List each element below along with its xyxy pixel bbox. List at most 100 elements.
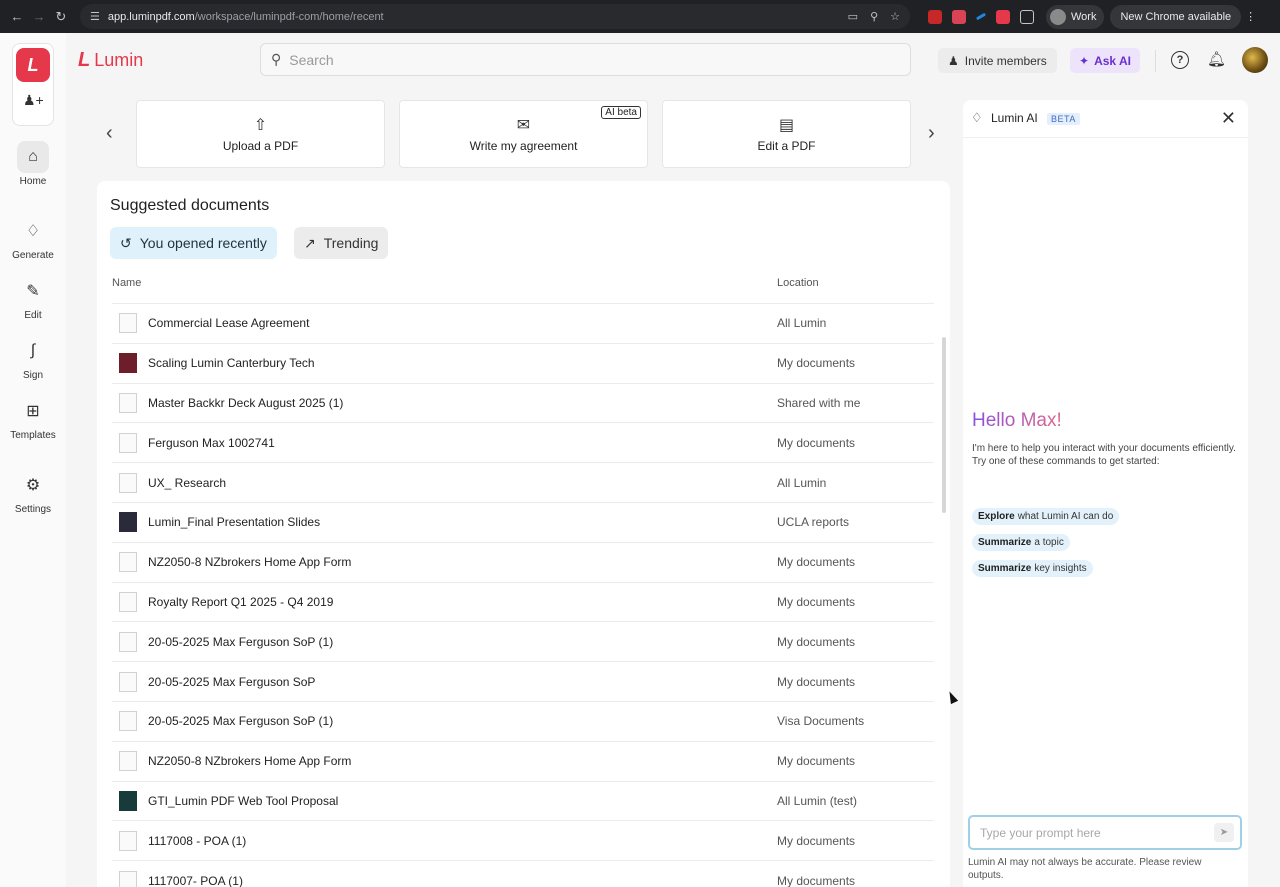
edit-pdf-card[interactable]: ▤ Edit a PDF <box>662 100 911 168</box>
sparkle-icon: ✦ <box>1079 53 1090 68</box>
cast-icon[interactable]: ▭ <box>848 10 858 23</box>
rail-item-label: Sign <box>22 370 43 381</box>
notification-bell-icon[interactable]: 🔔︎ <box>1207 50 1226 68</box>
table-row[interactable]: 20-05-2025 Max Ferguson SoP (1) My docume… <box>112 622 934 663</box>
tab-trending[interactable]: ↗ Trending <box>294 227 389 259</box>
url-host: app.luminpdf.com <box>107 10 195 23</box>
add-user-icon[interactable]: ♟+ <box>23 92 44 112</box>
extension-icon[interactable] <box>952 9 966 24</box>
ai-command-chip[interactable]: Summarize key insights <box>972 560 1093 577</box>
ai-diamond-icon: ♢ <box>971 110 983 125</box>
ai-disclaimer: Lumin AI may not always be accurate. Ple… <box>968 857 1202 881</box>
site-settings-icon[interactable]: ☰ <box>90 10 100 23</box>
beta-badge: BETA <box>1047 113 1080 125</box>
table-row[interactable]: Commercial Lease Agreement All Lumin <box>112 304 934 344</box>
document-name: UX_ Research <box>148 475 227 490</box>
rail-item-generate[interactable]: ♢ Generate <box>0 215 66 261</box>
close-icon[interactable]: ✕ <box>1221 108 1236 129</box>
table-row[interactable]: 1117007- POA (1) My documents <box>112 861 934 887</box>
zoom-icon[interactable]: ⚲ <box>870 10 878 23</box>
bookmark-star-icon[interactable]: ☆ <box>890 10 900 23</box>
document-thumbnail <box>119 631 137 652</box>
document-location: All Lumin <box>777 316 827 331</box>
rail-item-settings[interactable]: ⚙ Settings <box>0 469 66 515</box>
suggested-documents-panel: Suggested documents ↺ You opened recentl… <box>97 181 950 887</box>
document-thumbnail <box>119 472 137 493</box>
brand-logo[interactable]: L Lumin <box>78 49 143 72</box>
write-agreement-card[interactable]: AI beta ✉ Write my agreement <box>399 100 648 168</box>
document-thumbnail <box>119 830 137 851</box>
table-row[interactable]: UX_ Research All Lumin <box>112 463 934 503</box>
user-avatar[interactable] <box>1242 47 1268 73</box>
rail-item-home[interactable]: ⌂ Home <box>0 141 66 187</box>
document-name: NZ2050-8 NZbrokers Home App Form <box>148 754 352 769</box>
tab-opened-recently[interactable]: ↺ You opened recently <box>110 227 277 259</box>
column-header-location[interactable]: Location <box>777 277 819 289</box>
rail-item-sign[interactable]: ∫ Sign <box>0 335 66 381</box>
brand-name: Lumin <box>94 50 144 70</box>
ai-intro-text: I'm here to help you interact with your … <box>972 443 1236 467</box>
table-row[interactable]: Lumin_Final Presentation Slides UCLA repo… <box>112 503 934 543</box>
document-location: My documents <box>777 674 856 689</box>
table-row[interactable]: GTI_Lumin PDF Web Tool Proposal All Lumin… <box>112 782 934 822</box>
qa-label: Write my agreement <box>469 139 578 153</box>
document-location: My documents <box>777 356 856 371</box>
chrome-menu-icon[interactable]: ⋮ <box>1245 10 1256 23</box>
sign-icon: ∫ <box>30 342 36 359</box>
document-name: Master Backkr Deck August 2025 (1) <box>148 395 344 410</box>
ai-greeting: Hello Max! <box>972 410 1062 431</box>
document-name: GTI_Lumin PDF Web Tool Proposal <box>148 793 339 808</box>
upload-pdf-card[interactable]: ⇧ Upload a PDF <box>136 100 385 168</box>
column-header-name[interactable]: Name <box>112 277 141 289</box>
table-row[interactable]: Master Backkr Deck August 2025 (1) Shared… <box>112 384 934 424</box>
document-name: NZ2050-8 NZbrokers Home App Form <box>148 555 352 570</box>
rail-item-edit[interactable]: ✎ Edit <box>0 275 66 321</box>
lumin-mark-icon: L <box>78 49 91 71</box>
document-name: Ferguson Max 1002741 <box>148 435 275 450</box>
table-row[interactable]: 20-05-2025 Max Ferguson SoP My documents <box>112 662 934 702</box>
send-icon[interactable]: ➤ <box>1214 823 1234 842</box>
lumin-app: L ♟+ ⌂ Home ♢ Generate ✎ Edit ∫ Sign ⊞ T… <box>0 33 1280 887</box>
ai-prompt-input[interactable]: Type your prompt here ➤ <box>968 815 1242 850</box>
table-row[interactable]: 1117008 - POA (1) My documents <box>112 821 934 862</box>
reload-icon[interactable]: ↻ <box>50 6 72 28</box>
upload-icon: ⇧ <box>253 117 268 134</box>
table-row[interactable]: 20-05-2025 Max Ferguson SoP (1) Visa Docu… <box>112 702 934 742</box>
table-row[interactable]: NZ2050-8 NZbrokers Home App Form My docum… <box>112 543 934 583</box>
chip-label: Trending <box>323 235 379 251</box>
lumin-extension-icon[interactable] <box>996 9 1010 24</box>
command-text: what Lumin AI can do <box>1017 511 1114 522</box>
extension-icon[interactable] <box>975 12 987 21</box>
forward-icon[interactable]: → <box>28 6 50 28</box>
documents-scrollbar[interactable] <box>942 337 946 513</box>
carousel-next-icon[interactable]: › <box>928 122 935 145</box>
lumin-logo-icon[interactable]: L <box>16 48 50 82</box>
carousel-prev-icon[interactable]: ‹ <box>106 122 113 145</box>
document-thumbnail <box>119 353 137 374</box>
table-row[interactable]: Royalty Report Q1 2025 - Q4 2019 My docum… <box>112 583 934 623</box>
home-icon: ⌂ <box>17 141 49 173</box>
document-name: Scaling Lumin Canterbury Tech <box>148 356 315 371</box>
rail-item-templates[interactable]: ⊞ Templates <box>0 395 66 441</box>
document-name: 20-05-2025 Max Ferguson SoP (1) <box>148 634 334 649</box>
table-row[interactable]: Scaling Lumin Canterbury Tech My document… <box>112 344 934 384</box>
document-location: My documents <box>777 833 856 848</box>
help-icon[interactable]: ? <box>1171 51 1189 69</box>
document-name: 20-05-2025 Max Ferguson SoP (1) <box>148 714 334 729</box>
address-bar[interactable]: ☰ app.luminpdf.com/workspace/luminpdf-co… <box>80 4 910 29</box>
search-input[interactable]: ⚲ Search <box>260 43 911 76</box>
extensions-puzzle-icon[interactable] <box>1020 9 1034 24</box>
table-row[interactable]: Ferguson Max 1002741 My documents <box>112 423 934 464</box>
table-row[interactable]: NZ2050-8 NZbrokers Home App Form My docum… <box>112 742 934 782</box>
ask-ai-label: Ask AI <box>1094 53 1131 68</box>
ai-command-chip[interactable]: Explore what Lumin AI can do <box>972 508 1120 525</box>
back-icon[interactable]: ← <box>6 6 28 28</box>
ai-command-chip[interactable]: Summarize a topic <box>972 534 1070 551</box>
invite-members-button[interactable]: ♟ Invite members <box>938 48 1057 73</box>
left-rail: L ♟+ ⌂ Home ♢ Generate ✎ Edit ∫ Sign ⊞ T… <box>0 33 66 887</box>
document-location: My documents <box>777 634 856 649</box>
profile-button[interactable]: Work <box>1046 4 1105 29</box>
update-chrome-button[interactable]: New Chrome available <box>1110 4 1242 29</box>
extension-icon[interactable] <box>928 9 942 24</box>
ask-ai-button[interactable]: ✦ Ask AI <box>1070 48 1140 73</box>
